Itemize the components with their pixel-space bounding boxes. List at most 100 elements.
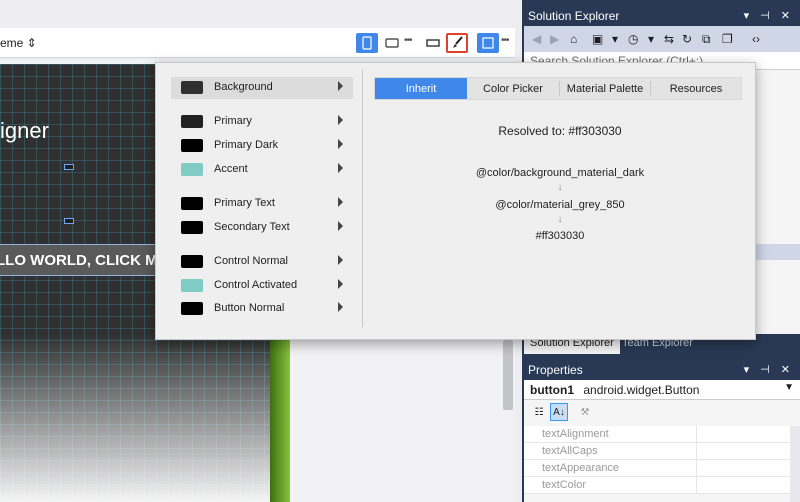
resize-handle[interactable]: [64, 164, 74, 170]
hello-world-button[interactable]: LLO WORLD, CLICK ME: [0, 244, 162, 276]
properties-toolbar: ☷ A↓ ⚒: [524, 400, 800, 424]
chevron-right-icon: [338, 255, 343, 265]
theme-property-row[interactable]: Control Normal: [171, 251, 353, 273]
color-swatch: [181, 163, 203, 176]
theme-property-label: Control Activated: [214, 279, 298, 291]
resource-chain-item: @color/background_material_dark: [475, 167, 645, 179]
forward-icon[interactable]: ▶: [550, 32, 559, 46]
panel-window-controls[interactable]: ▾ ⊣ ✕: [744, 363, 794, 376]
app-title-text: igner: [0, 118, 49, 143]
chevron-right-icon: [338, 163, 343, 173]
properties-scrollbar[interactable]: [790, 426, 800, 502]
chevron-right-icon: [338, 221, 343, 231]
dropdown-icon[interactable]: ▾: [612, 32, 618, 46]
categorized-icon[interactable]: ☷: [530, 403, 548, 421]
solution-explorer-header: Solution Explorer ▾ ⊣ ✕: [524, 6, 800, 26]
chevron-right-icon: [338, 197, 343, 207]
object-type: android.widget.Button: [583, 383, 700, 397]
back-icon[interactable]: ◀: [532, 32, 541, 46]
panel-title: Solution Explorer: [528, 9, 620, 23]
chevron-right-icon: [338, 115, 343, 125]
property-name: textColor: [542, 479, 587, 491]
theme-editor-popup: Background Primary Primary Dark Accent Prima…: [155, 62, 756, 340]
theme-property-label: Primary: [214, 115, 252, 127]
color-swatch: [181, 221, 203, 234]
object-selector[interactable]: button1 android.widget.Button ▼: [524, 380, 800, 400]
phone-portrait-icon: [362, 36, 372, 50]
theme-property-label: Background: [214, 81, 273, 93]
theme-property-row[interactable]: Button Normal: [171, 298, 353, 320]
property-name: textAlignment: [542, 428, 609, 440]
theme-property-label: Button Normal: [214, 302, 285, 314]
refresh-icon[interactable]: ↻: [682, 32, 692, 46]
theme-property-row[interactable]: Primary: [171, 111, 353, 133]
color-swatch: [181, 302, 203, 315]
collapse-all-icon[interactable]: ⧉: [702, 32, 711, 47]
property-row[interactable]: textAlignment: [524, 426, 800, 443]
theme-editor-button[interactable]: [446, 33, 468, 53]
view-code-icon[interactable]: ‹›: [752, 32, 760, 46]
switch-views-icon[interactable]: ▣: [592, 32, 603, 46]
chevron-right-icon: [338, 279, 343, 289]
resolved-value: Resolved to: #ff303030: [498, 124, 622, 138]
color-swatch: [181, 115, 203, 128]
color-source-tabs: Inherit Color Picker Material Palette Re…: [374, 77, 742, 100]
side-panel-edge: [270, 330, 290, 502]
theme-property-row[interactable]: Control Activated: [171, 275, 353, 297]
chevron-right-icon: [338, 139, 343, 149]
property-name: textAllCaps: [542, 445, 598, 457]
panel-title: Properties: [528, 363, 583, 377]
property-grid: textAlignment textAllCaps textAppearance…: [524, 426, 800, 494]
theme-selector[interactable]: eme ⇕: [0, 36, 37, 50]
tab-material-palette[interactable]: Material Palette: [559, 78, 651, 99]
dropdown-icon[interactable]: ▾: [648, 32, 654, 46]
wrench-icon[interactable]: ⚒: [576, 403, 594, 421]
property-row[interactable]: textAppearance: [524, 460, 800, 477]
more-options-icon[interactable]: •••: [501, 35, 509, 46]
paintbrush-icon: [453, 36, 463, 48]
theme-property-label: Accent: [214, 163, 248, 175]
color-swatch: [181, 197, 203, 210]
color-swatch: [181, 255, 203, 268]
color-swatch: [181, 139, 203, 152]
resource-chain-item: #ff303030: [535, 230, 585, 242]
down-arrow-icon: ↓: [557, 214, 563, 225]
color-swatch: [181, 81, 203, 94]
chevron-right-icon: [338, 302, 343, 312]
portrait-orientation-button[interactable]: [356, 33, 378, 53]
device-frame-button[interactable]: [422, 33, 444, 53]
designer-toolbar: eme ⇕ ••• •••: [0, 28, 515, 58]
properties-header: Properties ▾ ⊣ ✕: [524, 360, 800, 380]
landscape-orientation-button[interactable]: [381, 33, 403, 53]
design-view-button[interactable]: [477, 33, 499, 53]
home-icon[interactable]: ⌂: [570, 32, 577, 46]
show-all-files-icon[interactable]: ❐: [722, 32, 733, 46]
tab-color-picker[interactable]: Color Picker: [467, 78, 559, 99]
property-row[interactable]: textColor: [524, 477, 800, 494]
property-row[interactable]: textAllCaps: [524, 443, 800, 460]
chevron-down-icon: ▼: [784, 382, 794, 393]
color-swatch: [181, 279, 203, 292]
theme-property-label: Primary Text: [214, 197, 275, 209]
preview-fade: [0, 334, 290, 502]
theme-property-row[interactable]: Secondary Text: [171, 217, 353, 239]
theme-property-row[interactable]: Primary Text: [171, 193, 353, 215]
theme-property-label: Secondary Text: [214, 221, 290, 233]
theme-property-row[interactable]: Accent: [171, 159, 353, 181]
theme-property-row[interactable]: Primary Dark: [171, 135, 353, 157]
device-icon: [426, 39, 440, 47]
tab-inherit[interactable]: Inherit: [375, 78, 467, 99]
property-name: textAppearance: [542, 462, 620, 474]
vertical-scrollbar[interactable]: [503, 340, 513, 410]
pending-changes-icon[interactable]: ◷: [628, 32, 638, 46]
phone-landscape-icon: [385, 38, 399, 48]
sync-icon[interactable]: ⇆: [664, 32, 674, 46]
alphabetical-icon[interactable]: A↓: [550, 403, 568, 421]
panel-window-controls[interactable]: ▾ ⊣ ✕: [744, 9, 794, 22]
tab-resources[interactable]: Resources: [651, 78, 741, 99]
theme-property-label: Primary Dark: [214, 139, 279, 151]
more-options-icon[interactable]: •••: [404, 35, 412, 46]
resize-handle[interactable]: [64, 218, 74, 224]
divider: [362, 69, 363, 327]
theme-property-row[interactable]: Background: [171, 77, 353, 99]
